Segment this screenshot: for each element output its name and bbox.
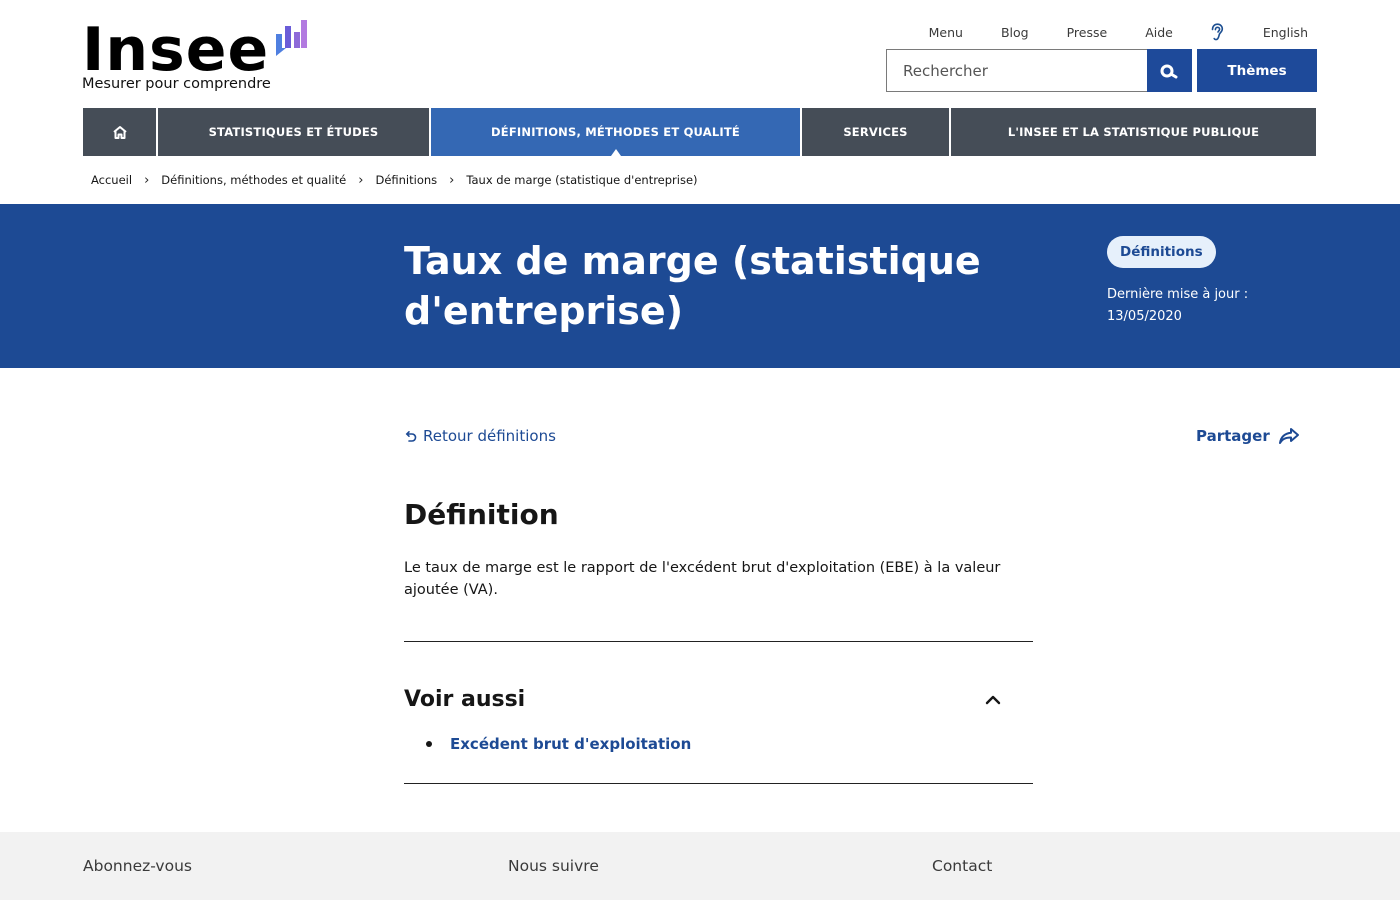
last-update-label: Dernière mise à jour : <box>1107 287 1249 302</box>
logo-tagline: Mesurer pour comprendre <box>82 76 271 92</box>
see-also-link-ebe[interactable]: Excédent brut d'exploitation <box>450 735 691 753</box>
divider <box>404 783 1033 784</box>
breadcrumb-definitions[interactable]: Définitions <box>375 173 437 187</box>
utility-links: Menu Blog Presse Aide English <box>891 22 1308 42</box>
themes-button[interactable]: Thèmes <box>1197 49 1317 92</box>
category-badge: Définitions <box>1107 236 1216 268</box>
breadcrumb-current: Taux de marge (statistique d'entreprise) <box>466 173 698 187</box>
chevron-right-icon: › <box>358 172 364 188</box>
breadcrumb-definitions-methodes[interactable]: Définitions, méthodes et qualité <box>161 173 346 187</box>
nav-services[interactable]: SERVICES <box>802 108 951 156</box>
definition-heading: Définition <box>404 498 559 531</box>
logo-bars-icon <box>276 20 310 58</box>
back-link-label: Retour définitions <box>423 427 556 445</box>
insee-logo[interactable]: Insee Mesurer pour comprendre <box>82 18 322 98</box>
list-item: Excédent brut d'exploitation <box>426 733 691 755</box>
presse-link[interactable]: Presse <box>1067 25 1108 40</box>
site-footer <box>0 832 1400 900</box>
breadcrumb-accueil[interactable]: Accueil <box>91 173 132 187</box>
accessibility-ear-icon[interactable] <box>1209 22 1225 42</box>
search-icon <box>1160 64 1177 78</box>
search-input[interactable] <box>886 49 1148 92</box>
undo-arrow-icon <box>405 430 417 442</box>
nav-definitions-methodes-qualite[interactable]: DÉFINITIONS, MÉTHODES ET QUALITÉ <box>431 108 802 156</box>
bullet-icon <box>426 741 432 747</box>
nav-statistiques-etudes[interactable]: STATISTIQUES ET ÉTUDES <box>158 108 431 156</box>
last-update-date: 13/05/2020 <box>1107 309 1182 324</box>
aide-link[interactable]: Aide <box>1145 25 1173 40</box>
page-title: Taux de marge (statistique d'entreprise) <box>404 239 981 333</box>
see-also-heading: Voir aussi <box>404 687 526 712</box>
share-button[interactable]: Partager <box>1196 425 1300 447</box>
definition-text: Le taux de marge est le rapport de l'exc… <box>404 560 1001 598</box>
home-icon <box>112 125 127 139</box>
footer-contact[interactable]: Contact <box>932 857 992 875</box>
chevron-up-icon <box>985 695 1001 705</box>
main-nav: STATISTIQUES ET ÉTUDES DÉFINITIONS, MÉTH… <box>83 108 1316 156</box>
footer-subscribe[interactable]: Abonnez-vous <box>83 857 192 875</box>
site-header: Insee Mesurer pour comprendre Menu Blog … <box>0 0 1400 108</box>
back-to-definitions-link[interactable]: Retour définitions <box>404 425 556 447</box>
footer-follow-us[interactable]: Nous suivre <box>508 857 599 875</box>
menu-link[interactable]: Menu <box>929 25 963 40</box>
english-link[interactable]: English <box>1263 25 1308 40</box>
last-update: Dernière mise à jour : 13/05/2020 <box>1107 284 1307 328</box>
search-button[interactable] <box>1147 49 1192 92</box>
chevron-right-icon: › <box>144 172 150 188</box>
see-also-list: Excédent brut d'exploitation <box>426 733 691 755</box>
collapse-see-also-button[interactable] <box>980 688 1006 712</box>
nav-home[interactable] <box>83 108 158 156</box>
share-label: Partager <box>1196 427 1270 445</box>
logo-wordmark: Insee <box>82 15 270 85</box>
blog-link[interactable]: Blog <box>1001 25 1029 40</box>
divider <box>404 641 1033 642</box>
share-arrow-icon <box>1278 428 1299 444</box>
chevron-right-icon: › <box>449 172 455 188</box>
breadcrumb: Accueil › Définitions, méthodes et quali… <box>91 171 698 189</box>
nav-insee-statistique-publique[interactable]: L'INSEE ET LA STATISTIQUE PUBLIQUE <box>951 108 1316 156</box>
